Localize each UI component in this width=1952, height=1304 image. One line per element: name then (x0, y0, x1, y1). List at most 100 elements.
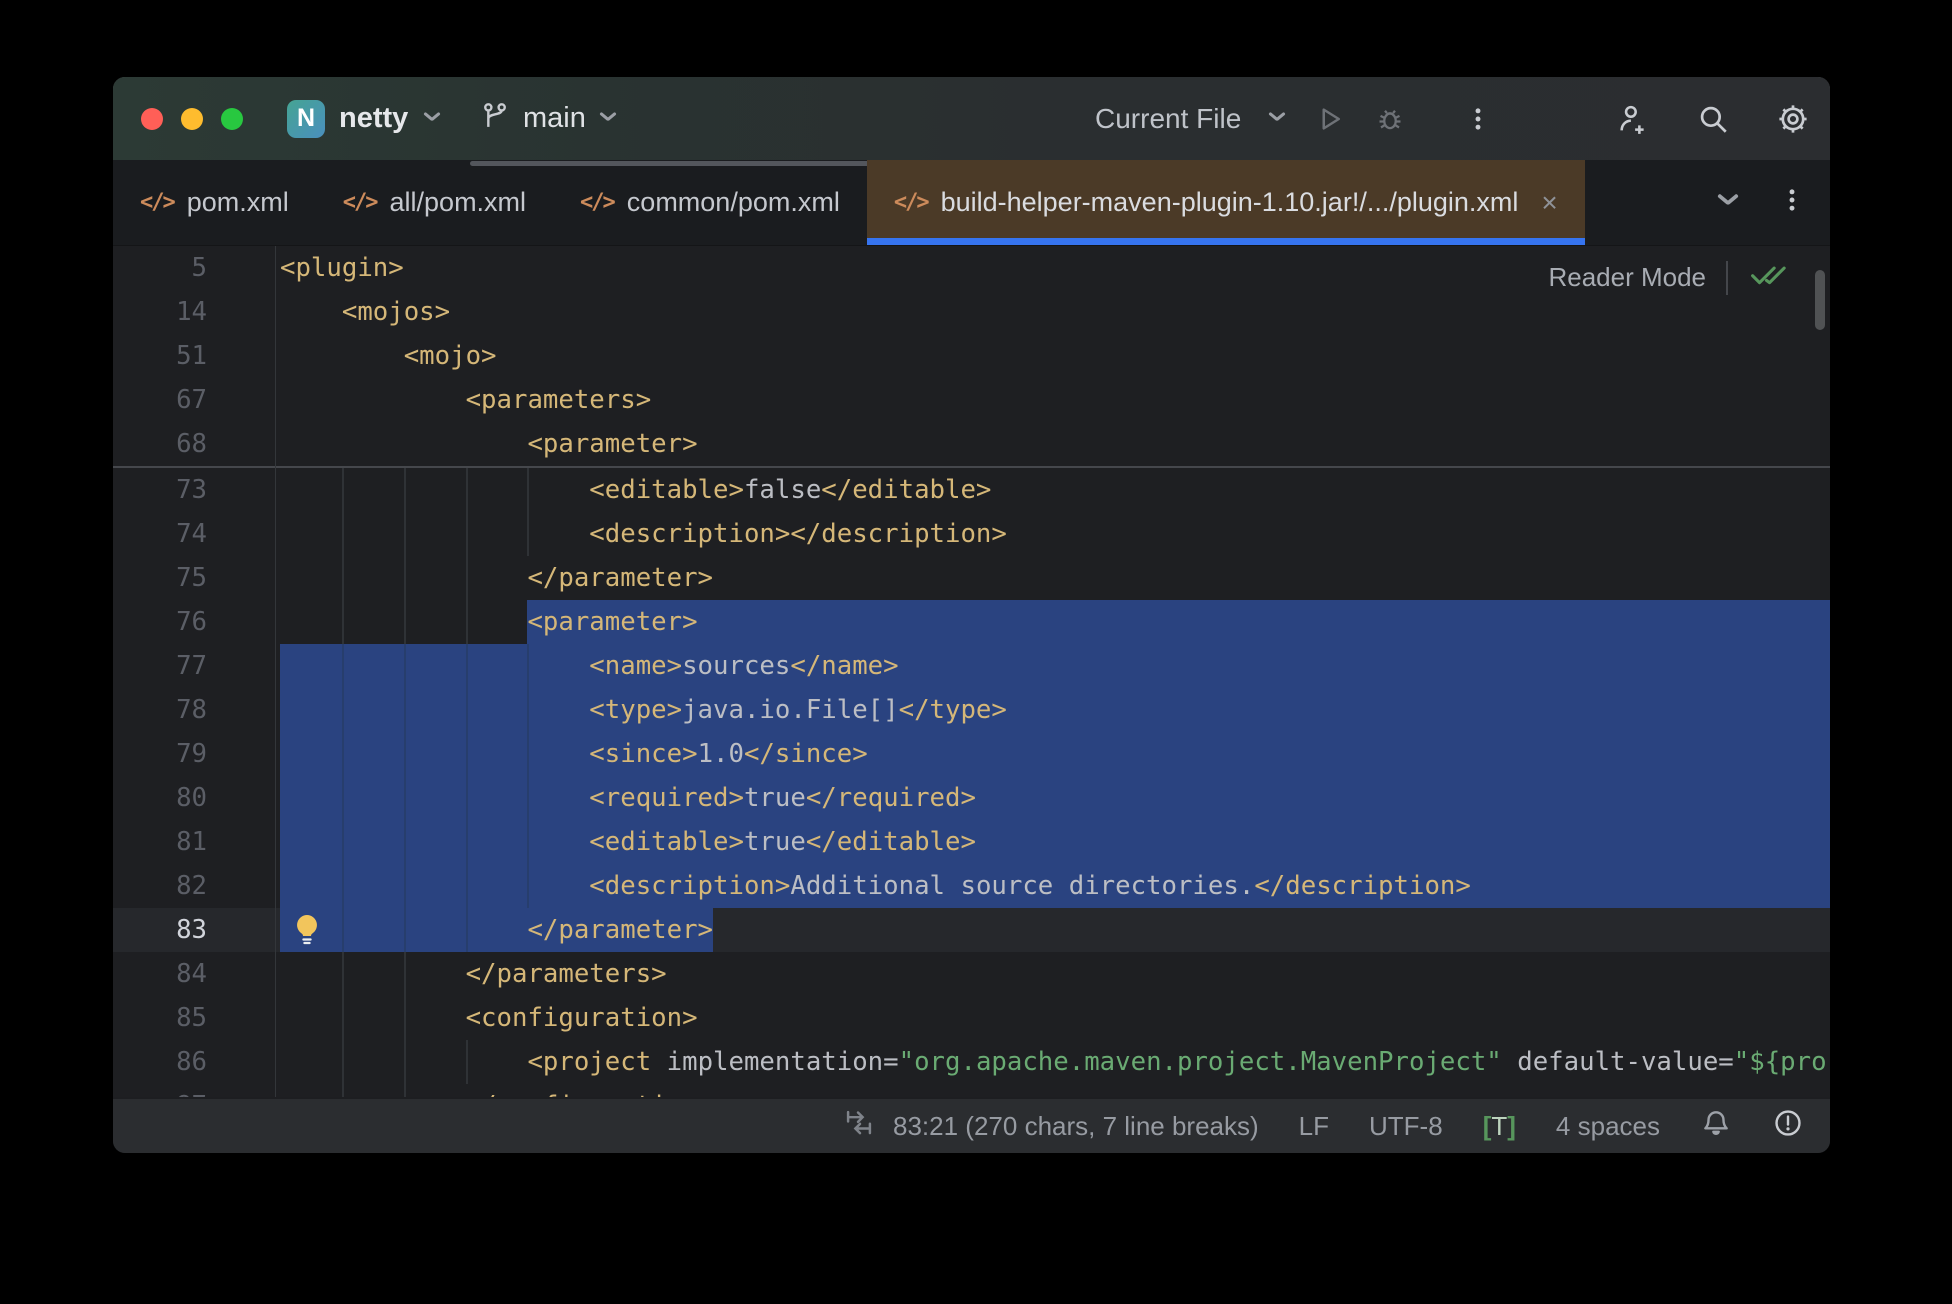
code-text: <project implementation="org.apache.mave… (280, 1047, 1827, 1077)
code-text: <mojos> (280, 297, 450, 327)
vcs-branch-widget[interactable]: main (479, 100, 618, 137)
line-number[interactable]: 86 (113, 1040, 207, 1084)
code-line-77[interactable]: 77 <name>sources</name> (113, 644, 1830, 688)
tab-label: common/pom.xml (627, 187, 840, 218)
line-number[interactable]: 80 (113, 776, 207, 820)
line-number[interactable]: 75 (113, 556, 207, 600)
tab-pom-xml[interactable]: </> pom.xml (113, 160, 316, 245)
code-line-content: <editable>false</editable> (280, 468, 1830, 512)
line-number[interactable]: 5 (113, 246, 207, 290)
code-line-content: <description>Additional source directori… (280, 864, 1830, 908)
line-number[interactable]: 82 (113, 864, 207, 908)
soft-wrap-icon (843, 1107, 875, 1146)
code-line-78[interactable]: 78 <type>java.io.File[]</type> (113, 688, 1830, 732)
project-name: netty (339, 102, 408, 135)
line-number[interactable]: 78 (113, 688, 207, 732)
code-text: </parameter> (280, 915, 713, 945)
line-number[interactable]: 79 (113, 732, 207, 776)
code-line-51[interactable]: 51<mojo> (113, 334, 1830, 378)
code-line-content: <parameters> (280, 378, 1830, 422)
line-number[interactable]: 14 (113, 290, 207, 334)
code-line-content: <since>1.0</since> (280, 732, 1830, 776)
zoom-window-button[interactable] (221, 108, 243, 130)
more-options-kebab-icon[interactable] (1461, 102, 1495, 136)
line-ending-selector[interactable]: LF (1299, 1111, 1329, 1142)
close-tab-icon[interactable]: × (1541, 189, 1557, 217)
line-number[interactable]: 76 (113, 600, 207, 644)
code-text: <plugin> (280, 253, 404, 283)
code-line-83[interactable]: 83 </parameter> (113, 908, 1830, 952)
line-number[interactable]: 84 (113, 952, 207, 996)
code-line-86[interactable]: 86 <project implementation="org.apache.ma… (113, 1040, 1830, 1084)
settings-gear-icon[interactable] (1776, 102, 1810, 136)
tab-options-kebab-icon[interactable] (1778, 186, 1806, 219)
code-text: <editable>false</editable> (280, 475, 991, 505)
line-number[interactable]: 68 (113, 422, 207, 466)
code-line-87[interactable]: 87 </configuration> (113, 1084, 1830, 1097)
code-line-content: <name>sources</name> (280, 644, 1830, 688)
line-number[interactable]: 67 (113, 378, 207, 422)
xml-file-icon: </> (343, 190, 377, 215)
project-badge: N (287, 100, 325, 138)
desktop: N netty main Current File (0, 0, 1952, 1304)
run-widget: Current File (1095, 102, 1495, 136)
tab-common-pom-xml[interactable]: </> common/pom.xml (553, 160, 867, 245)
code-line-73[interactable]: 73 <editable>false</editable> (113, 468, 1830, 512)
project-widget[interactable]: N netty (287, 100, 442, 138)
line-number[interactable]: 81 (113, 820, 207, 864)
editor-tab-bar: </> pom.xml </> all/pom.xml </> common/p… (113, 160, 1830, 246)
code-line-80[interactable]: 80<required>true</required> (113, 776, 1830, 820)
minimize-window-button[interactable] (181, 108, 203, 130)
code-text: <parameters> (280, 385, 651, 415)
code-line-76[interactable]: 76 <parameter> (113, 600, 1830, 644)
line-number[interactable]: 74 (113, 512, 207, 556)
code-line-content: <description></description> (280, 512, 1830, 556)
caret-position-group[interactable]: 83:21 (270 chars, 7 line breaks) (843, 1107, 1259, 1146)
line-number[interactable]: 77 (113, 644, 207, 688)
divider (1726, 261, 1728, 295)
error-alert-icon[interactable] (1772, 1107, 1804, 1146)
indent-selector[interactable]: 4 spaces (1556, 1111, 1660, 1142)
code-line-81[interactable]: 81<editable>true</editable> (113, 820, 1830, 864)
code-line-content: <type>java.io.File[]</type> (280, 688, 1830, 732)
line-number[interactable]: 83 (113, 908, 207, 952)
code-text: <description>Additional source directori… (280, 871, 1471, 901)
chevron-down-icon[interactable] (1267, 115, 1287, 127)
close-window-button[interactable] (141, 108, 163, 130)
code-text: <configuration> (280, 1003, 698, 1033)
chevron-down-icon[interactable] (1716, 197, 1741, 212)
code-line-content: </configuration> (280, 1084, 1830, 1097)
run-button[interactable] (1313, 102, 1347, 136)
encoding-selector[interactable]: UTF-8 (1369, 1111, 1443, 1142)
code-text: <parameter> (280, 607, 698, 637)
code-text: </parameter> (280, 563, 713, 593)
code-line-74[interactable]: 74 <description></description> (113, 512, 1830, 556)
notifications-bell-icon[interactable] (1700, 1107, 1732, 1146)
code-line-84[interactable]: 84 </parameters> (113, 952, 1830, 996)
line-number[interactable]: 87 (113, 1084, 207, 1097)
code-line-79[interactable]: 79 <since>1.0</since> (113, 732, 1830, 776)
tab-all-pom-xml[interactable]: </> all/pom.xml (316, 160, 553, 245)
code-line-75[interactable]: 75 </parameter> (113, 556, 1830, 600)
search-icon[interactable] (1696, 102, 1730, 136)
double-check-icon[interactable] (1748, 258, 1788, 297)
code-line-85[interactable]: 85 <configuration> (113, 996, 1830, 1040)
line-number[interactable]: 51 (113, 334, 207, 378)
tab-plugin-xml-active[interactable]: </> build-helper-maven-plugin-1.10.jar!/… (867, 160, 1585, 245)
line-number[interactable]: 73 (113, 468, 207, 512)
code-text: <type>java.io.File[]</type> (280, 695, 1007, 725)
code-line-67[interactable]: 67 <parameters> (113, 378, 1830, 422)
code-line-82[interactable]: 82 <description>Additional source directo… (113, 864, 1830, 908)
line-number[interactable]: 85 (113, 996, 207, 1040)
editor-pane: Reader Mode 5 <plugin> 14 <mojos> 51<mojo>67… (113, 246, 1830, 1097)
code-line-content: </parameters> (280, 952, 1830, 996)
typing-mode-badge[interactable]: [T] (1483, 1111, 1516, 1142)
titlebar-right-actions (1616, 102, 1810, 136)
code-line-content: <configuration> (280, 996, 1830, 1040)
debug-button[interactable] (1373, 102, 1407, 136)
code-line-68[interactable]: 68<parameter> (113, 422, 1830, 466)
editor-scrollbar-thumb[interactable] (1815, 270, 1825, 330)
reader-mode-widget: Reader Mode (1548, 258, 1788, 297)
run-configuration-selector[interactable]: Current File (1095, 103, 1241, 135)
add-user-icon[interactable] (1616, 102, 1650, 136)
